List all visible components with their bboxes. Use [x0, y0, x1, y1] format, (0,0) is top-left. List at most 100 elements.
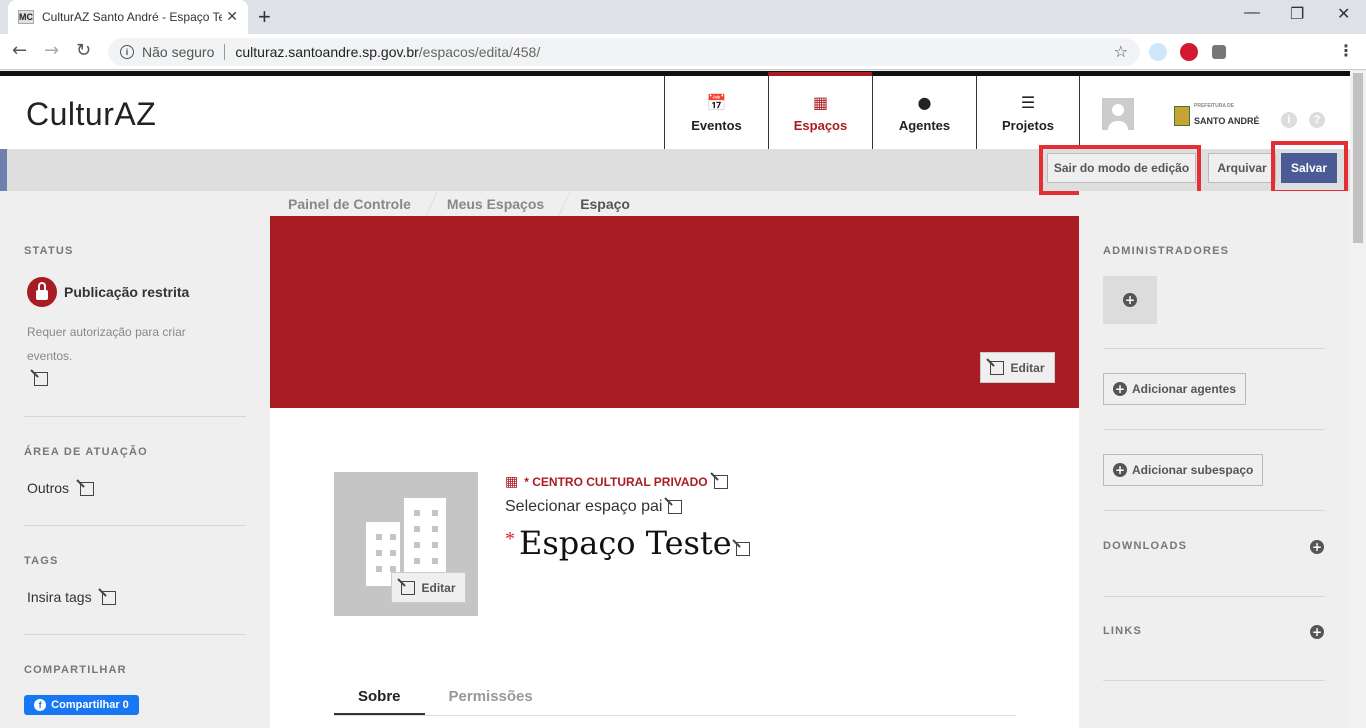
puzzle-extension-icon[interactable] — [1212, 45, 1226, 59]
area-value[interactable]: Outros — [27, 480, 69, 496]
building-window — [376, 550, 382, 556]
back-icon[interactable]: ← — [12, 40, 27, 61]
partner-logo-small-text: PREFEITURA DE — [1194, 103, 1235, 109]
minimize-icon[interactable]: — — [1244, 4, 1260, 22]
edit-title-icon[interactable] — [735, 542, 750, 556]
site-favicon-icon: MC — [18, 10, 34, 24]
url-host: culturaz.santoandre.sp.gov.br — [235, 44, 419, 60]
edit-area-icon[interactable] — [80, 482, 94, 496]
admins-title: ADMINISTRADORES — [1103, 245, 1230, 257]
parent-space-selector[interactable]: Selecionar espaço pai — [505, 498, 683, 516]
help-icon[interactable]: ? — [1309, 112, 1325, 128]
tab-sobre[interactable]: Sobre — [334, 680, 425, 715]
edit-parent-icon[interactable] — [668, 500, 683, 514]
building-window — [376, 534, 382, 540]
right-divider — [1103, 680, 1325, 681]
building-window — [414, 526, 420, 532]
left-sidebar — [0, 191, 270, 728]
new-tab-icon[interactable]: + — [258, 4, 271, 30]
right-divider — [1103, 348, 1325, 349]
avatar-body — [1108, 121, 1128, 130]
add-subspace-button[interactable]: + Adicionar subespaço — [1103, 454, 1264, 486]
facebook-icon: f — [34, 699, 47, 711]
calendar-icon: 📅 — [706, 92, 727, 112]
space-title[interactable]: * Espaço Teste — [505, 524, 750, 562]
nav-espacos[interactable]: ▦ Espaços — [768, 72, 872, 149]
edit-icon — [990, 360, 1005, 375]
building-icon: ▦ — [505, 474, 519, 490]
edit-cover-label: Editar — [1010, 360, 1045, 375]
edit-type-icon[interactable] — [713, 475, 728, 489]
content-tabs: Sobre Permissões — [334, 680, 1016, 716]
info-circle-icon[interactable]: i — [1281, 112, 1297, 128]
plus-icon: + — [1113, 463, 1127, 477]
santo-andre-logo[interactable]: PREFEITURA DE SANTO ANDRÉ — [1174, 104, 1260, 128]
add-agents-label: Adicionar agentes — [1132, 382, 1237, 396]
nav-projetos-label: Projetos — [1001, 117, 1054, 133]
breadcrumb-painel[interactable]: Painel de Controle — [270, 196, 429, 212]
nav-agentes[interactable]: ● Agentes — [872, 76, 976, 149]
add-admin-slot[interactable]: + — [1103, 276, 1157, 324]
links-title: LINKS — [1103, 625, 1142, 637]
url-separator — [224, 44, 226, 60]
city-seal-icon — [1174, 106, 1190, 126]
avatar-head — [1112, 104, 1124, 116]
scroll-thumb[interactable] — [1353, 73, 1363, 243]
close-tab-icon[interactable]: ✕ — [226, 8, 238, 25]
breadcrumb-meus-espacos[interactable]: Meus Espaços — [429, 196, 562, 212]
nav-projetos[interactable]: ☰ Projetos — [976, 76, 1080, 149]
partner-logo-text: SANTO ANDRÉ — [1194, 116, 1260, 126]
building-window — [390, 550, 396, 556]
edit-status-icon[interactable] — [34, 372, 48, 386]
url-path: /espacos/edita/458/ — [418, 44, 541, 60]
site-logo[interactable]: CulturAZ — [26, 96, 156, 133]
tab-permissoes[interactable]: Permissões — [425, 680, 557, 715]
edit-avatar-button[interactable]: Editar — [391, 572, 466, 603]
plus-icon: + — [1113, 382, 1127, 396]
highlight-exit-edit — [1039, 145, 1201, 195]
add-download-icon[interactable]: + — [1310, 540, 1324, 554]
browser-tab-bar: MC CulturAZ Santo André - Espaço Te ✕ + … — [0, 0, 1366, 34]
space-type[interactable]: ▦ * CENTRO CULTURAL PRIVADO — [505, 474, 728, 490]
cloud-extension-icon[interactable] — [1149, 43, 1167, 61]
share-button-label: Compartilhar 0 — [51, 699, 129, 711]
archive-button[interactable]: Arquivar — [1208, 153, 1276, 183]
building-window — [414, 558, 420, 564]
bookmark-star-icon[interactable]: ☆ — [1114, 42, 1128, 61]
edit-avatar-label: Editar — [421, 580, 456, 595]
facebook-share-button[interactable]: f Compartilhar 0 — [24, 695, 139, 715]
browser-menu-icon[interactable]: ⋮ — [1338, 41, 1354, 60]
security-label: Não seguro — [142, 44, 215, 60]
url-field[interactable]: i Não seguro culturaz.santoandre.sp.gov.… — [108, 38, 1140, 66]
tags-input[interactable]: Insira tags — [27, 589, 92, 605]
edit-cover-button[interactable]: Editar — [980, 352, 1055, 383]
building-window — [432, 542, 438, 548]
nav-espacos-label: Espaços — [793, 117, 848, 133]
restore-icon[interactable]: ❐ — [1290, 4, 1304, 24]
add-link-icon[interactable]: + — [1310, 625, 1324, 639]
breadcrumb: Painel de Controle Meus Espaços Espaço — [270, 191, 648, 216]
pinterest-extension-icon[interactable] — [1180, 43, 1198, 61]
person-icon: ● — [917, 92, 932, 112]
nav-eventos[interactable]: 📅 Eventos — [664, 76, 768, 149]
reload-icon[interactable]: ↻ — [76, 40, 91, 61]
page-scrollbar[interactable] — [1350, 71, 1366, 728]
space-title-text: Espaço Teste — [519, 524, 732, 562]
downloads-title: DOWNLOADS — [1103, 540, 1188, 552]
right-divider — [1103, 510, 1325, 511]
forward-icon[interactable]: → — [44, 40, 59, 61]
edit-tags-icon[interactable] — [102, 591, 116, 605]
info-icon[interactable]: i — [120, 45, 134, 59]
highlight-save — [1271, 141, 1348, 194]
close-window-icon[interactable]: ✕ — [1337, 4, 1350, 24]
user-avatar[interactable] — [1102, 98, 1134, 130]
add-agents-button[interactable]: + Adicionar agentes — [1103, 373, 1247, 405]
building-icon: ▦ — [812, 92, 829, 112]
document-icon: ☰ — [1020, 92, 1036, 112]
status-value: Publicação restrita — [64, 284, 190, 300]
status-title: STATUS — [24, 245, 74, 257]
parent-space-label: Selecionar espaço pai — [505, 498, 663, 515]
space-type-label: * CENTRO CULTURAL PRIVADO — [524, 475, 708, 489]
right-divider — [1103, 596, 1325, 597]
browser-tab[interactable]: MC CulturAZ Santo André - Espaço Te ✕ — [8, 0, 248, 34]
